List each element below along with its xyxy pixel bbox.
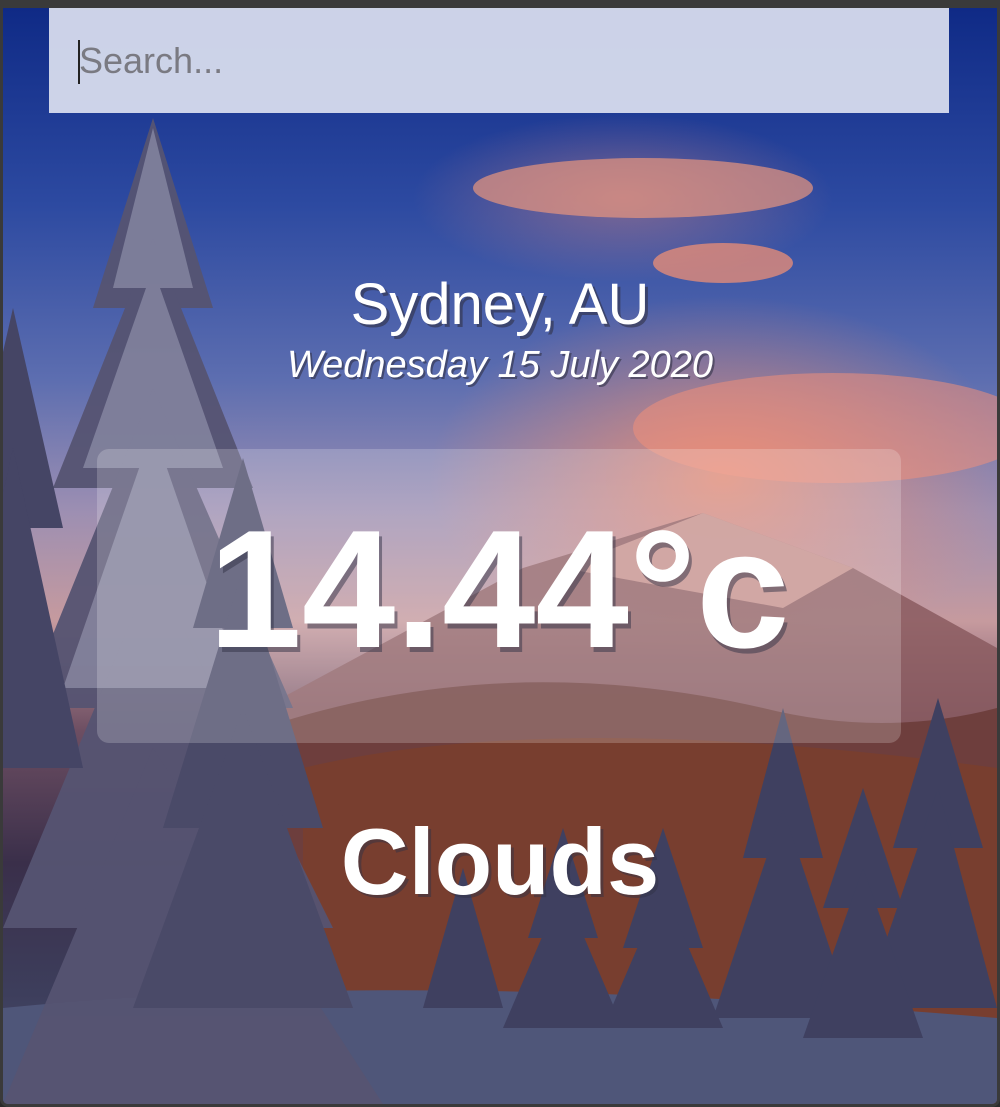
- temperature-value: 14.44°c: [208, 495, 790, 683]
- location-name: Sydney, AU: [350, 272, 650, 337]
- app-window: Sydney, AU Wednesday 15 July 2020 14.44°…: [0, 0, 1000, 1107]
- search-bar[interactable]: [49, 8, 949, 113]
- temperature-box: 14.44°c: [97, 449, 901, 743]
- current-date: Wednesday 15 July 2020: [286, 344, 714, 386]
- weather-condition: Clouds: [340, 809, 660, 914]
- search-input[interactable]: [49, 8, 949, 113]
- text-cursor: [78, 40, 80, 84]
